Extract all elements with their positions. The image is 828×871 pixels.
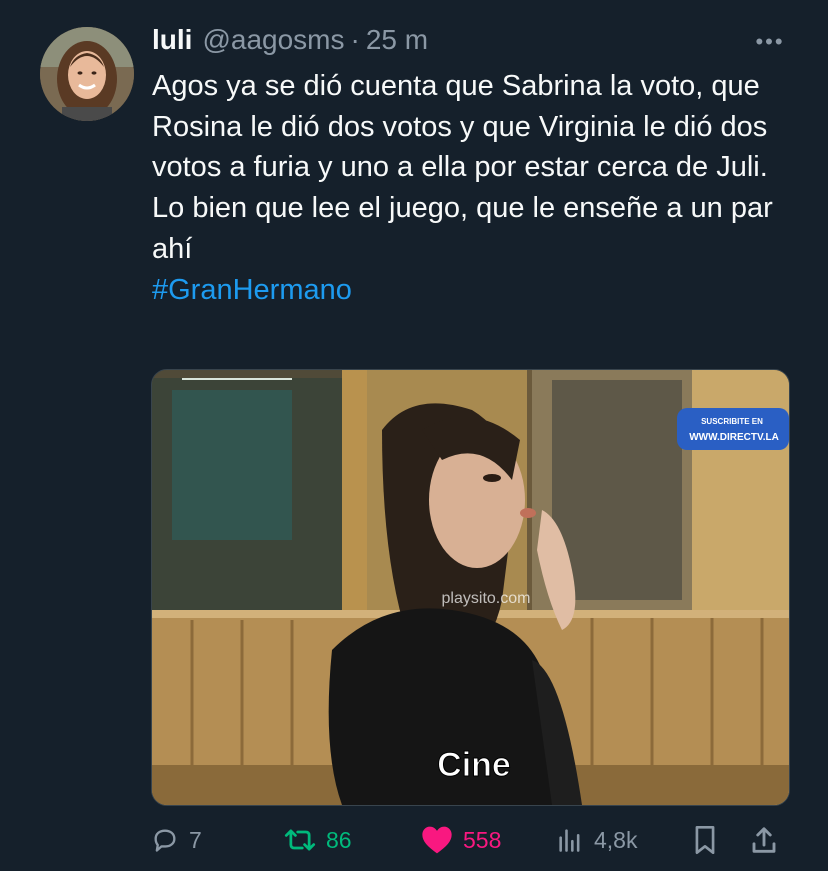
separator-dot: · — [350, 24, 360, 55]
watermark: playsito.com — [442, 590, 531, 607]
retweet-count: 86 — [326, 826, 352, 853]
author-handle[interactable]: @aagosms — [202, 24, 344, 56]
more-options-icon[interactable]: ••• — [752, 28, 788, 56]
share-button[interactable] — [749, 818, 779, 862]
retweet-icon — [284, 826, 316, 854]
views-button[interactable]: 4,8k — [556, 818, 637, 862]
bookmark-icon — [691, 825, 719, 855]
like-button[interactable]: 558 — [421, 818, 501, 862]
reply-icon — [151, 826, 179, 854]
heart-icon — [421, 825, 453, 855]
action-bar: 7 86 558 4,8k — [151, 818, 791, 862]
hashtag-link[interactable]: #GranHermano — [152, 274, 352, 306]
tweet-text-paragraph-1: Agos ya se dió cuenta que Sabrina la vot… — [152, 70, 768, 184]
tweet-text: Agos ya se dió cuenta que Sabrina la vot… — [152, 66, 802, 310]
more-options-label: ••• — [755, 29, 785, 54]
tweet-header: luli @aagosms · 25 m — [152, 24, 428, 60]
tweet-text-paragraph-2: Lo bien que lee el juego, que le enseñe … — [152, 192, 773, 265]
reply-button[interactable]: 7 — [151, 818, 202, 862]
video-frame: SUSCRIBITE EN WWW.DIRECTV.LA playsito.co… — [152, 370, 789, 805]
tweet-media-video[interactable]: SUSCRIBITE EN WWW.DIRECTV.LA playsito.co… — [151, 369, 790, 806]
tv-badge-line2: WWW.DIRECTV.LA — [689, 432, 779, 443]
tv-badge-line1: SUSCRIBITE EN — [701, 417, 763, 426]
views-chart-icon — [556, 826, 584, 854]
like-count: 558 — [463, 826, 502, 853]
tweet-time[interactable]: 25 m — [366, 24, 428, 56]
retweet-button[interactable]: 86 — [284, 818, 352, 862]
views-count: 4,8k — [594, 826, 638, 853]
avatar[interactable] — [40, 27, 134, 121]
bookmark-button[interactable] — [691, 818, 719, 862]
gif-caption: Cine — [437, 746, 511, 784]
tweet[interactable]: luli @aagosms · 25 m ••• Agos ya se dió … — [0, 0, 828, 871]
reply-count: 7 — [189, 826, 202, 853]
avatar-image — [40, 27, 134, 121]
author-name[interactable]: luli — [152, 24, 192, 56]
share-icon — [749, 825, 779, 855]
